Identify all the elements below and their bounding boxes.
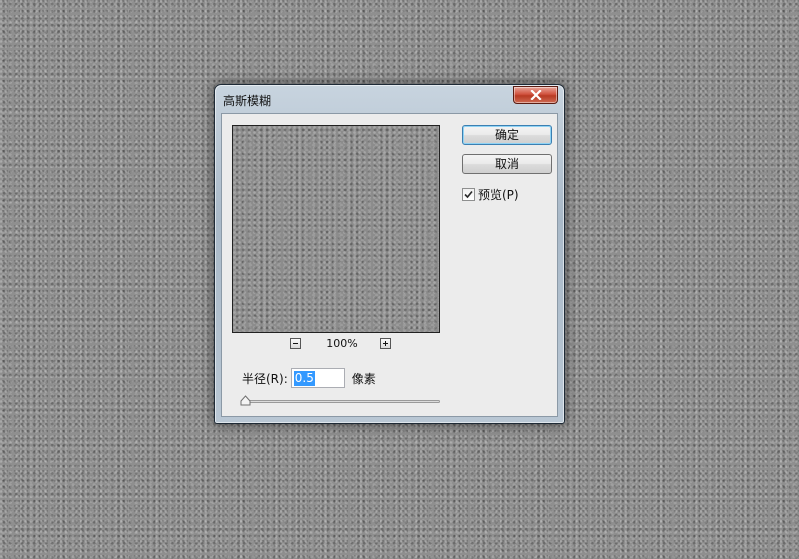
radius-slider[interactable] bbox=[240, 395, 440, 409]
zoom-controls: 100% bbox=[232, 337, 440, 351]
radius-input[interactable]: 0.5 bbox=[290, 368, 345, 388]
slider-track[interactable] bbox=[244, 400, 440, 403]
zoom-in-button[interactable] bbox=[380, 338, 391, 349]
zoom-level: 100% bbox=[326, 337, 358, 350]
title-bar[interactable]: 高斯模糊 bbox=[215, 85, 564, 113]
gaussian-blur-dialog: 高斯模糊 100% 确定 取消 预览(P) 半径(R): 0.5 像素 bbox=[214, 84, 565, 424]
dialog-title: 高斯模糊 bbox=[223, 94, 272, 108]
preview-checkbox[interactable]: 预览(P) bbox=[462, 187, 519, 202]
ok-button[interactable]: 确定 bbox=[462, 125, 552, 145]
slider-thumb[interactable] bbox=[240, 395, 251, 406]
slider-thumb-icon bbox=[240, 395, 251, 406]
close-icon bbox=[529, 90, 542, 100]
checkbox-box[interactable] bbox=[462, 187, 475, 201]
cancel-button[interactable]: 取消 bbox=[462, 154, 552, 174]
radius-label: 半径(R): bbox=[242, 371, 288, 386]
preview-area[interactable] bbox=[232, 125, 440, 333]
radius-value: 0.5 bbox=[293, 370, 315, 386]
radius-row: 半径(R): 0.5 像素 bbox=[242, 367, 376, 389]
preview-label: 预览(P) bbox=[478, 187, 519, 202]
zoom-out-button[interactable] bbox=[290, 338, 301, 349]
radius-unit: 像素 bbox=[351, 371, 376, 386]
checkmark-icon bbox=[464, 190, 473, 198]
minus-icon bbox=[293, 343, 298, 344]
dialog-content: 100% 确定 取消 预览(P) 半径(R): 0.5 像素 bbox=[221, 113, 558, 417]
plus-icon bbox=[383, 341, 388, 346]
close-button[interactable] bbox=[513, 86, 558, 104]
